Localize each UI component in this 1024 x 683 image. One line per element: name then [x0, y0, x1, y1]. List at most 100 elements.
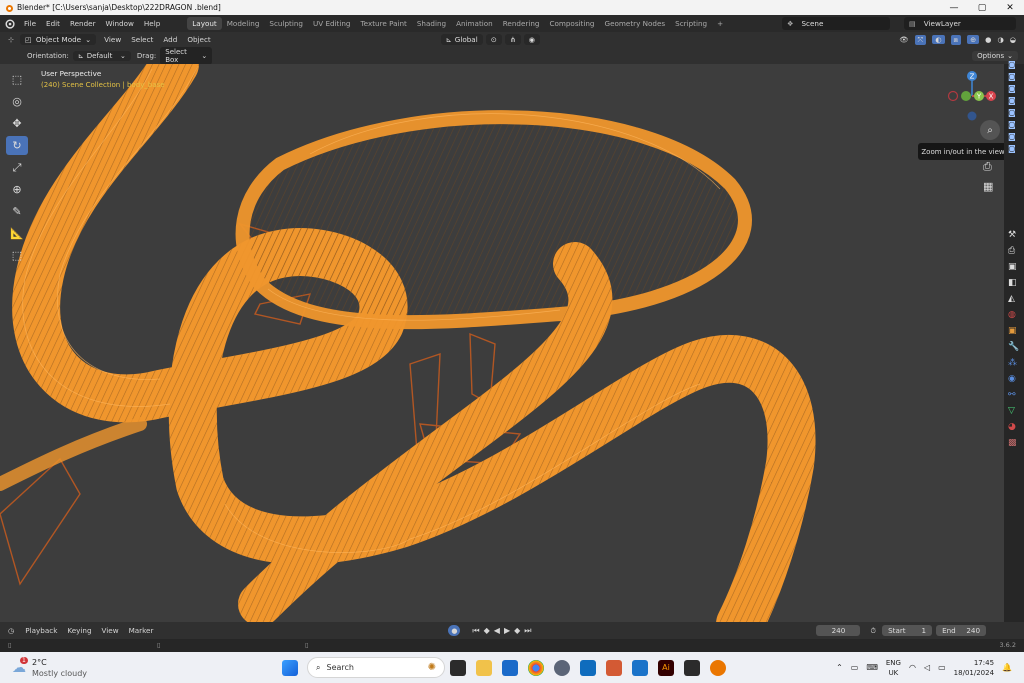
task-view-icon[interactable]: [450, 659, 466, 676]
clock[interactable]: 17:45 18/01/2024: [954, 658, 994, 678]
notification-bell-icon[interactable]: 🔔: [1002, 663, 1012, 672]
texture-properties-icon[interactable]: ▩: [1008, 438, 1022, 448]
menu-window[interactable]: Window: [101, 19, 139, 28]
taskbar-search[interactable]: ⌕ Search ✺: [307, 657, 445, 678]
wifi-icon[interactable]: ◠: [909, 663, 916, 672]
world-properties-icon[interactable]: ◍: [1008, 310, 1022, 320]
shading-rendered-button[interactable]: ◒: [1010, 35, 1016, 44]
viewport-menu-add[interactable]: Add: [158, 35, 182, 44]
camera-view-icon[interactable]: ⎙: [983, 160, 992, 174]
modifier-properties-icon[interactable]: 🔧: [1008, 342, 1022, 352]
tab-layout[interactable]: Layout: [187, 17, 222, 30]
auto-keying-button[interactable]: ●: [448, 625, 461, 636]
viewport-menu-object[interactable]: Object: [182, 35, 215, 44]
timeline-menu-view[interactable]: View: [97, 626, 124, 635]
display-icon[interactable]: ▭: [851, 663, 859, 672]
shading-material-button[interactable]: ◑: [997, 35, 1003, 44]
show-overlays-button[interactable]: ◐: [932, 35, 945, 44]
tab-modeling[interactable]: Modeling: [222, 17, 265, 30]
viewport-menu-select[interactable]: Select: [126, 35, 158, 44]
current-frame-field[interactable]: 240: [816, 625, 861, 636]
viewlayer-selector[interactable]: ▤ ViewLayer: [904, 17, 1016, 30]
timeline-menu-keying[interactable]: Keying: [62, 626, 96, 635]
powerpoint-icon[interactable]: [606, 659, 622, 676]
weather-widget[interactable]: ☁ 1 2°C Mostly cloudy: [12, 656, 132, 679]
camera-icon[interactable]: ◙: [1008, 96, 1020, 108]
ortho-grid-icon[interactable]: ▦: [983, 180, 993, 193]
tab-scripting[interactable]: Scripting: [670, 17, 712, 30]
menu-edit[interactable]: Edit: [41, 19, 65, 28]
output-properties-icon[interactable]: ▣: [1008, 262, 1022, 272]
orientation-dropdown[interactable]: ⊾ Default ⌄: [72, 50, 131, 61]
measure-tool-icon[interactable]: 📐: [6, 224, 28, 243]
tab-animation[interactable]: Animation: [451, 17, 498, 30]
start-frame-field[interactable]: Start 1: [882, 625, 933, 636]
timeline-editor-icon[interactable]: ◷: [8, 626, 14, 635]
tab-rendering[interactable]: Rendering: [498, 17, 545, 30]
zoom-magnifier-icon[interactable]: ⌕: [980, 120, 1000, 140]
next-keyframe-icon[interactable]: ◆: [514, 626, 520, 636]
xray-toggle-button[interactable]: ⧈: [950, 34, 962, 45]
timeline-menu-playback[interactable]: Playback: [20, 626, 62, 635]
shading-wireframe-button[interactable]: ⊕: [967, 35, 980, 44]
microsoft-store-icon[interactable]: [502, 659, 518, 676]
settings-gear-icon[interactable]: [554, 659, 570, 676]
scene-properties-icon[interactable]: ◭: [1008, 294, 1022, 304]
blender-taskbar-icon[interactable]: [710, 659, 726, 676]
camera-icon[interactable]: ◙: [1008, 132, 1020, 144]
notes-icon[interactable]: [684, 659, 700, 676]
tab-shading[interactable]: Shading: [412, 17, 451, 30]
menu-file[interactable]: File: [19, 19, 41, 28]
move-tool-icon[interactable]: ✥: [6, 114, 28, 133]
camera-icon[interactable]: ◙: [1008, 108, 1020, 120]
proportional-editing-button[interactable]: ◉: [523, 34, 541, 45]
timeline-menu-marker[interactable]: Marker: [124, 626, 159, 635]
object-properties-icon[interactable]: ▣: [1008, 326, 1022, 336]
jump-end-icon[interactable]: ⏭: [524, 626, 531, 636]
show-gizmo-button[interactable]: ⤧: [914, 34, 927, 45]
outlook-icon[interactable]: [580, 659, 596, 676]
material-properties-icon[interactable]: ◕: [1008, 422, 1022, 432]
annotate-tool-icon[interactable]: ✎: [6, 202, 28, 221]
close-window-button[interactable]: ✕: [996, 3, 1024, 13]
transform-orientation-dropdown[interactable]: ⊾ Global: [440, 34, 483, 45]
3d-viewport[interactable]: User Perspective (240) Scene Collection …: [0, 64, 1004, 622]
illustrator-icon[interactable]: Ai: [658, 659, 674, 676]
view-object-types-icon[interactable]: 👁: [899, 35, 908, 44]
add-cube-tool-icon[interactable]: ⬚: [6, 246, 28, 265]
camera-icon[interactable]: ◙: [1008, 84, 1020, 96]
tool-properties-icon[interactable]: ⚒: [1008, 230, 1022, 240]
jump-start-icon[interactable]: ⏮: [472, 626, 479, 636]
data-properties-icon[interactable]: ▽: [1008, 406, 1022, 416]
menu-help[interactable]: Help: [139, 19, 165, 28]
tab-compositing[interactable]: Compositing: [544, 17, 599, 30]
rotate-tool-icon[interactable]: ↻: [6, 136, 28, 155]
particles-properties-icon[interactable]: ⁂: [1008, 358, 1022, 368]
keyboard-icon[interactable]: ⌨: [866, 663, 878, 672]
camera-icon[interactable]: ◙: [1008, 72, 1020, 84]
windows-start-icon[interactable]: [282, 659, 298, 676]
stopwatch-icon[interactable]: ⏱: [870, 626, 876, 636]
prev-keyframe-icon[interactable]: ◆: [484, 626, 490, 636]
cursor-tool-icon[interactable]: ◎: [6, 92, 28, 111]
physics-properties-icon[interactable]: ◉: [1008, 374, 1022, 384]
options-dropdown[interactable]: Options ⌄: [972, 50, 1018, 61]
maximize-button[interactable]: ▢: [968, 3, 996, 13]
scene-selector[interactable]: ❖ Scene: [782, 17, 890, 30]
camera-icon[interactable]: ◙: [1008, 144, 1020, 156]
play-reverse-icon[interactable]: ◀: [494, 626, 500, 636]
end-frame-field[interactable]: End 240: [936, 625, 987, 636]
constraints-properties-icon[interactable]: ⚯: [1008, 390, 1022, 400]
drag-dropdown[interactable]: Select Box ⌄: [160, 46, 213, 65]
add-workspace-button[interactable]: +: [712, 17, 728, 30]
viewport-menu-view[interactable]: View: [99, 35, 126, 44]
pivot-point-button[interactable]: ⊙: [485, 34, 502, 45]
tab-texture-paint[interactable]: Texture Paint: [355, 17, 411, 30]
camera-icon[interactable]: ◙: [1008, 60, 1020, 72]
object-mode-dropdown[interactable]: ◰ Object Mode ⌄: [20, 34, 97, 45]
editor-type-icon[interactable]: ⊹: [8, 35, 14, 44]
transform-tool-icon[interactable]: ⊕: [6, 180, 28, 199]
shading-solid-button[interactable]: ●: [985, 35, 991, 44]
blender-menu-icon[interactable]: [4, 18, 15, 29]
minimize-button[interactable]: —: [940, 3, 968, 13]
